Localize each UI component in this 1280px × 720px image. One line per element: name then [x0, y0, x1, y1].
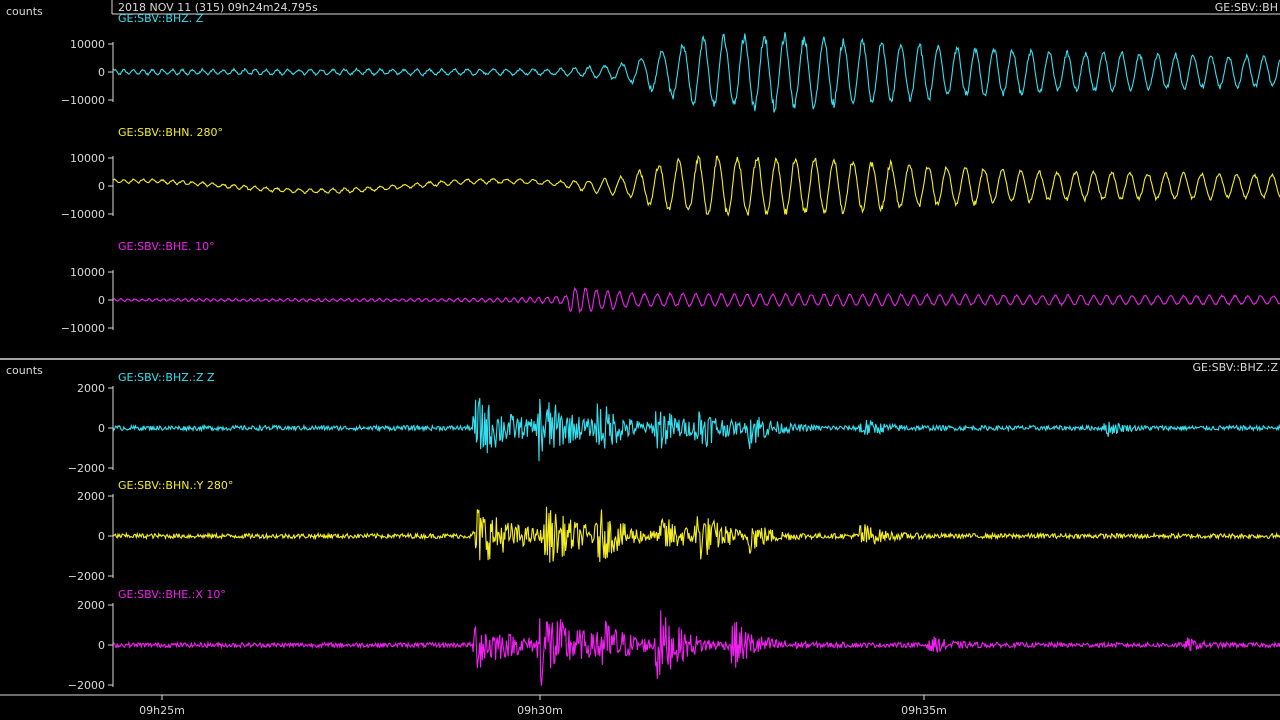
y-tick-label: 0: [98, 180, 105, 193]
top-units-label: counts: [6, 5, 43, 18]
y-tick-label: −10000: [61, 322, 105, 335]
y-tick-label: −2000: [68, 462, 105, 475]
y-tick-label: 10000: [70, 152, 105, 165]
x-tick-label: 09h30m: [517, 704, 563, 717]
x-tick-label: 09h35m: [901, 704, 947, 717]
y-tick-label: 0: [98, 422, 105, 435]
y-tick-label: −10000: [61, 208, 105, 221]
bottom-header-station: GE:SBV::BHZ.:Z: [1192, 361, 1278, 374]
channel-label: GE:SBV::BHN.:Y 280°: [118, 479, 233, 492]
channel-label: GE:SBV::BHZ. Z: [118, 12, 204, 25]
y-tick-label: 0: [98, 294, 105, 307]
y-tick-label: 0: [98, 530, 105, 543]
y-tick-label: 2000: [77, 490, 105, 503]
y-tick-label: 10000: [70, 266, 105, 279]
channel-label: GE:SBV::BHE.:X 10°: [118, 588, 226, 601]
y-tick-label: −2000: [68, 570, 105, 583]
channel-label: GE:SBV::BHZ.:Z Z: [118, 371, 215, 384]
y-tick-label: 2000: [77, 599, 105, 612]
y-tick-label: −10000: [61, 94, 105, 107]
channel-label: GE:SBV::BHN. 280°: [118, 126, 223, 139]
y-tick-label: −2000: [68, 679, 105, 692]
y-tick-label: 0: [98, 66, 105, 79]
seismogram-canvas: counts 2018 NOV 11 (315) 09h24m24.795s G…: [0, 0, 1280, 720]
y-tick-label: 2000: [77, 382, 105, 395]
x-tick-label: 09h25m: [139, 704, 185, 717]
top-header-station: GE:SBV::BH: [1215, 1, 1278, 14]
y-tick-label: 0: [98, 639, 105, 652]
channel-label: GE:SBV::BHE. 10°: [118, 240, 215, 253]
y-tick-label: 10000: [70, 38, 105, 51]
bottom-units-label: counts: [6, 364, 43, 377]
